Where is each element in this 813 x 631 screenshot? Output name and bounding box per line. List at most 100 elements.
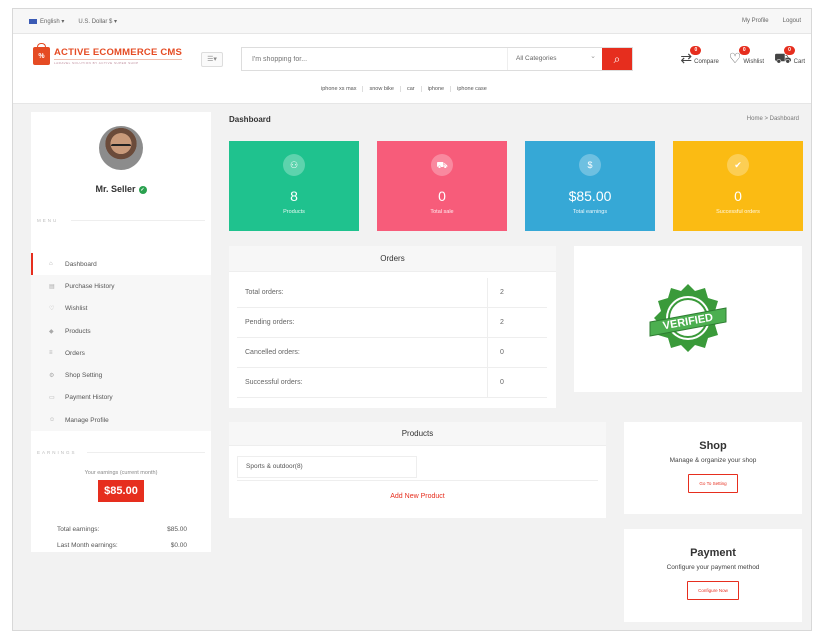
stat-caption: Products <box>283 209 305 215</box>
table-row: Successful orders: 0 <box>237 368 547 398</box>
stat-value: 0 <box>734 188 742 204</box>
total-earnings-row: Total earnings: $85.00 <box>57 526 187 533</box>
diamond-icon: ◆ <box>49 328 54 335</box>
us-flag-icon <box>29 18 37 24</box>
header-actions: ⇄ 0 Compare ♡ 0 Wishlist ⛟ 0 Cart <box>680 46 805 65</box>
orders-panel-title: Orders <box>229 246 556 272</box>
stat-card-total-sale: ⛟ 0 Total sale <box>377 141 507 231</box>
verified-seal-icon: VERIFIED <box>649 284 727 352</box>
search-icon: ⌕ <box>613 52 621 66</box>
sidebar-item-payment-history[interactable]: ▭ Payment History <box>31 387 211 409</box>
language-selector[interactable]: English ▾ <box>29 18 64 25</box>
site-header: % ACTIVE ECOMMERCE CMS LARAVEL SOLUTION … <box>13 34 811 104</box>
cart-icon: ⛟ <box>431 154 453 176</box>
compare-count-badge: 0 <box>690 46 702 55</box>
divider <box>71 220 205 221</box>
payment-card-desc: Configure your payment method <box>666 564 760 571</box>
go-to-setting-button[interactable]: Go To Setting <box>688 474 738 493</box>
payment-card: Payment Configure your payment method Co… <box>624 529 802 622</box>
orders-panel: Orders Total orders: 2 Pending orders: 2 C… <box>229 246 556 408</box>
sidebar-item-orders[interactable]: ≡ Orders <box>31 342 211 364</box>
stat-value: 8 <box>290 188 298 204</box>
configure-now-button[interactable]: Configure Now <box>687 581 739 600</box>
category-list-item[interactable]: Sports & outdoor(8) <box>237 456 417 478</box>
suggestion-link[interactable]: snow bike <box>363 86 401 92</box>
list-icon: ≡ <box>49 350 53 357</box>
table-row: Pending orders: 2 <box>237 308 547 338</box>
sidebar-nav: ⌂ Dashboard ▤ Purchase History ♡ Wishlist ◆… <box>31 253 211 432</box>
search-input[interactable] <box>242 48 507 70</box>
sidebar-item-wishlist[interactable]: ♡ Wishlist <box>31 298 211 320</box>
card-icon: ▭ <box>49 395 55 402</box>
verified-panel: VERIFIED <box>574 246 802 392</box>
menu-section-label: MENU <box>37 218 59 223</box>
stat-card-successful-orders: ✔ 0 Successful orders <box>673 141 803 231</box>
browser-page: English ▾ U.S. Dollar $ ▾ My Profile Log… <box>12 8 812 631</box>
logout-link[interactable]: Logout <box>783 18 801 24</box>
sidebar-item-dashboard[interactable]: ⌂ Dashboard <box>31 253 211 276</box>
cart-label: Cart <box>793 59 805 65</box>
category-select[interactable]: All Categories <box>507 46 602 70</box>
wishlist-count-badge: 0 <box>738 46 750 55</box>
check-icon: ✔ <box>727 154 749 176</box>
add-new-product-link[interactable]: Add New Product <box>229 493 606 500</box>
user-icon: ☺ <box>49 417 56 424</box>
wishlist-label: Wishlist <box>743 59 765 65</box>
divider <box>87 452 205 453</box>
divider <box>237 480 598 481</box>
top-bar: English ▾ U.S. Dollar $ ▾ My Profile Log… <box>13 9 811 34</box>
shop-card-title: Shop <box>699 440 727 452</box>
my-profile-link[interactable]: My Profile <box>742 18 769 24</box>
shop-card-desc: Manage & organize your shop <box>669 457 757 464</box>
verified-check-icon: ✓ <box>138 185 147 194</box>
stat-caption: Total sale <box>430 209 454 215</box>
stat-caption: Total earnings <box>572 209 608 215</box>
products-panel: Products Sports & outdoor(8) Add New Pro… <box>229 422 606 518</box>
current-month-earnings: $85.00 <box>98 480 144 502</box>
stat-card-products: ⚇ 8 Products <box>229 141 359 231</box>
sidebar-item-products[interactable]: ◆ Products <box>31 320 211 342</box>
home-icon: ⌂ <box>49 261 53 268</box>
sidebar-item-manage-profile[interactable]: ☺ Manage Profile <box>31 409 211 431</box>
hamburger-icon: ☰▾ <box>207 56 217 63</box>
seller-sidebar: Mr. Seller ✓ MENU ⌂ Dashboard ▤ Purchase Hi… <box>31 112 211 552</box>
payment-card-title: Payment <box>690 547 736 559</box>
dollar-icon: $ <box>579 154 601 176</box>
logo-tagline: LARAVEL SOLUTION BY ACTIVE SUPER SHOP <box>54 59 183 65</box>
page-title: Dashboard <box>229 115 271 124</box>
earnings-caption: Your earnings (current month) <box>84 470 158 476</box>
cart-count-badge: 0 <box>784 46 796 55</box>
shopping-bag-logo-icon: % <box>33 43 50 65</box>
table-row: Cancelled orders: 0 <box>237 338 547 368</box>
user-icon: ⚇ <box>283 154 305 176</box>
wishlist-button[interactable]: ♡ 0 Wishlist <box>729 46 765 65</box>
compare-label: Compare <box>694 59 719 65</box>
search-button[interactable]: ⌕ <box>602 48 632 70</box>
category-menu-button[interactable]: ☰▾ <box>201 52 223 67</box>
seller-name: Mr. Seller ✓ <box>95 184 147 194</box>
suggestion-link[interactable]: car <box>401 86 422 92</box>
products-panel-title: Products <box>229 422 606 446</box>
suggestion-link[interactable]: iphone <box>422 86 452 92</box>
earnings-section-label: EARNINGS <box>37 450 77 455</box>
sidebar-item-shop-setting[interactable]: ⚙ Shop Setting <box>31 364 211 386</box>
logo-text: ACTIVE ECOMMERCE CMS <box>54 47 183 58</box>
table-row: Total orders: 2 <box>237 278 547 308</box>
currency-selector[interactable]: U.S. Dollar $ ▾ <box>78 18 117 25</box>
search-suggestions: iphone xs max snow bike car iphone iphon… <box>315 86 493 92</box>
breadcrumb[interactable]: Home > Dashboard <box>747 116 799 122</box>
gear-icon: ⚙ <box>49 373 55 380</box>
suggestion-link[interactable]: iphone case <box>451 86 493 92</box>
shop-card: Shop Manage & organize your shop Go To S… <box>624 422 802 514</box>
compare-button[interactable]: ⇄ 0 Compare <box>680 46 719 65</box>
sidebar-item-purchase-history[interactable]: ▤ Purchase History <box>31 275 211 297</box>
last-month-earnings-row: Last Month earnings: $0.00 <box>57 542 187 549</box>
stat-card-total-earnings: $ $85.00 Total earnings <box>525 141 655 231</box>
cart-button[interactable]: ⛟ 0 Cart <box>774 46 805 65</box>
site-logo[interactable]: % ACTIVE ECOMMERCE CMS LARAVEL SOLUTION … <box>33 43 183 65</box>
suggestion-link[interactable]: iphone xs max <box>315 86 364 92</box>
stat-value: $85.00 <box>568 188 612 204</box>
heart-icon: ♡ <box>49 306 55 313</box>
search-bar: All Categories ⌕ <box>241 46 633 71</box>
stat-caption: Successful orders <box>716 209 760 215</box>
